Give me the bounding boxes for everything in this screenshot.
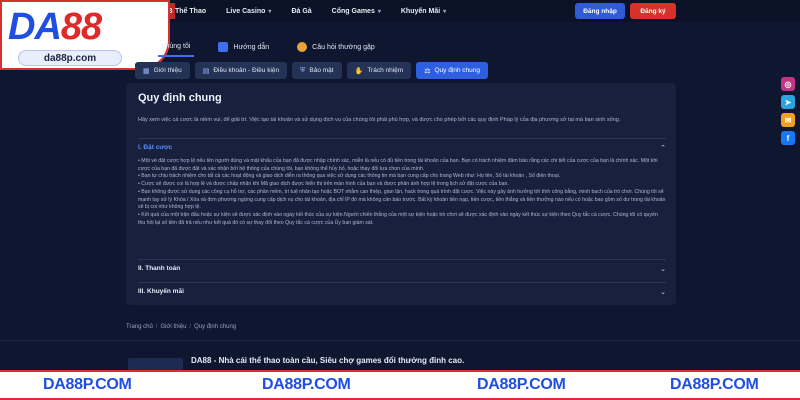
logo-wordmark: DA88 — [8, 6, 102, 49]
nav-item-label: Thể Thao — [175, 7, 207, 15]
rule-paragraph: • Bạn tự chịu trách nhiệm cho tất cả các… — [138, 173, 561, 180]
nav-item-label: Khuyến Mãi — [400, 7, 441, 15]
register-button[interactable]: Đăng ký — [630, 3, 676, 19]
subtab-trach-nhiem[interactable]: ✋ Trách nhiệm — [346, 62, 412, 79]
nav-item-cong-games[interactable]: Cổng Games ▾ — [332, 8, 381, 15]
chevron-down-icon: ▾ — [268, 8, 272, 15]
tab-label: Câu hỏi thường gặp — [312, 43, 375, 51]
facebook-icon[interactable]: f — [781, 131, 795, 145]
social-sidebar: ◎ ➤ ✉ f — [781, 77, 795, 145]
breadcrumb: Trang chủ / Giới thiệu / Quy định chung — [126, 324, 236, 330]
tab-label: Hướng dẫn — [233, 43, 270, 51]
watermark-text: DA88P.COM — [262, 376, 351, 393]
footer-tagline: DA88 - Nhà cái thể thao toàn cầu, Siêu c… — [191, 356, 465, 365]
nav-item-label: Đá Gà — [291, 7, 312, 15]
intro-text: Hãy xem việc cá cược là niềm vui, để giả… — [138, 117, 621, 123]
chevron-up-icon: ⌃ — [660, 144, 666, 152]
footer-logo — [128, 358, 183, 370]
footer-divider — [0, 340, 800, 341]
nav-item-da-ga[interactable]: Đá Gà — [291, 8, 311, 15]
subtab-label: Giới thiệu — [153, 67, 182, 74]
subtab-bao-mat[interactable]: ⛨ Bảo mật — [292, 62, 342, 79]
watermark-text: DA88P.COM — [477, 376, 566, 393]
logo-da: DA — [8, 6, 62, 48]
rule-paragraph: • Bạn không được sử dụng các công cụ hỗ … — [138, 188, 666, 211]
chat-icon[interactable]: ✉ — [781, 113, 795, 127]
rule-paragraph: • Một vé đặt cược hợp lệ nếu tên người d… — [138, 158, 658, 172]
subtab-dieu-khoan[interactable]: ▤ Điều khoản - Điều kiện — [194, 62, 288, 79]
nav-item-live-casino[interactable]: Live Casino ▾ — [226, 8, 271, 15]
accordion-title: II. Thanh toán — [138, 265, 181, 272]
accordion-header[interactable]: I. Đặt cược ⌃ — [138, 139, 666, 156]
chevron-down-icon: ⌄ — [660, 288, 666, 296]
chevron-down-icon: ⌄ — [660, 265, 666, 273]
subtab-label: Quy định chung — [434, 67, 481, 74]
chevron-down-icon: ▾ — [443, 8, 447, 15]
page-title: Quy định chung — [138, 92, 222, 104]
accordion-section-payment: II. Thanh toán ⌄ — [138, 259, 666, 277]
subtab-label: Điều khoản - Điều kiện — [213, 67, 280, 74]
accordion-header[interactable]: II. Thanh toán ⌄ — [138, 260, 666, 277]
content-panel: Quy định chung Hãy xem việc cá cược là n… — [126, 83, 676, 305]
logo-88: 88 — [60, 6, 102, 48]
nav-item-the-thao[interactable]: Thể Thao — [175, 8, 206, 15]
subtab-label: Bảo mật — [309, 67, 334, 74]
question-icon — [297, 42, 308, 52]
nav-item-label: Cổng Games — [331, 7, 375, 15]
watermark-text: DA88P.COM — [43, 376, 132, 393]
breadcrumb-home[interactable]: Trang chủ — [126, 324, 153, 330]
category-tabs: chúng tôi Hướng dẫn Câu hỏi thường gặp — [158, 37, 379, 57]
document-icon: ▤ — [202, 67, 210, 75]
subtab-quy-dinh-chung[interactable]: ⚖ Quy định chung — [416, 62, 489, 79]
accordion-title: I. Đặt cược — [138, 144, 173, 151]
subtab-label: Trách nhiệm — [367, 67, 404, 74]
gavel-icon: ⚖ — [424, 67, 431, 75]
tab-guide[interactable]: Hướng dẫn — [214, 37, 273, 57]
nav-item-label: Live Casino — [226, 7, 266, 15]
telegram-icon[interactable]: ➤ — [781, 95, 795, 109]
main-nav: Thể Thao Live Casino ▾ Đá Gà Cổng Games ▾ … — [175, 0, 446, 22]
brand-logo[interactable]: DA88 da88p.com — [0, 0, 170, 70]
shield-icon: ⛨ — [300, 66, 306, 74]
breadcrumb-about[interactable]: Giới thiệu — [160, 324, 186, 330]
watermark-text: DA88P.COM — [670, 376, 759, 393]
sub-tabs: ▦ Giới thiệu ▤ Điều khoản - Điều kiện ⛨ Bảo… — [135, 62, 489, 79]
breadcrumb-separator: / — [189, 324, 192, 330]
rule-paragraph: • Kết quả của một trận đấu hoặc sự kiện … — [138, 211, 658, 226]
rule-paragraph: • Cược sẽ được coi là hợp lệ và được chấ… — [138, 181, 509, 188]
subtab-gioi-thieu[interactable]: ▦ Giới thiệu — [135, 62, 190, 79]
book-icon — [218, 42, 229, 52]
accordion-body: • Một vé đặt cược hợp lệ nếu tên người d… — [138, 156, 666, 231]
tab-faq[interactable]: Câu hỏi thường gặp — [293, 37, 379, 57]
nav-item-khuyen-mai[interactable]: Khuyến Mãi ▾ — [401, 8, 446, 15]
tab-about-us[interactable]: chúng tôi — [158, 37, 195, 57]
building-icon: ▦ — [143, 67, 150, 75]
handshake-icon: ✋ — [354, 67, 364, 75]
tab-label: chúng tôi — [162, 42, 191, 50]
login-button[interactable]: Đăng nhập — [575, 3, 625, 19]
accordion-title: III. Khuyến mãi — [138, 288, 184, 295]
breadcrumb-separator: / — [155, 324, 158, 330]
logo-url-badge: da88p.com — [18, 50, 122, 66]
accordion-header[interactable]: III. Khuyến mãi ⌄ — [138, 283, 666, 300]
accordion-section-promotion: III. Khuyến mãi ⌄ — [138, 282, 666, 300]
accordion-section-bet: I. Đặt cược ⌃ • Một vé đặt cược hợp lệ n… — [138, 138, 666, 231]
watermark-bar: DA88P.COM DA88P.COM DA88P.COM DA88P.COM — [0, 370, 800, 400]
chevron-down-icon: ▾ — [377, 8, 381, 15]
instagram-icon[interactable]: ◎ — [781, 77, 795, 91]
breadcrumb-current: Quy định chung — [194, 324, 237, 330]
